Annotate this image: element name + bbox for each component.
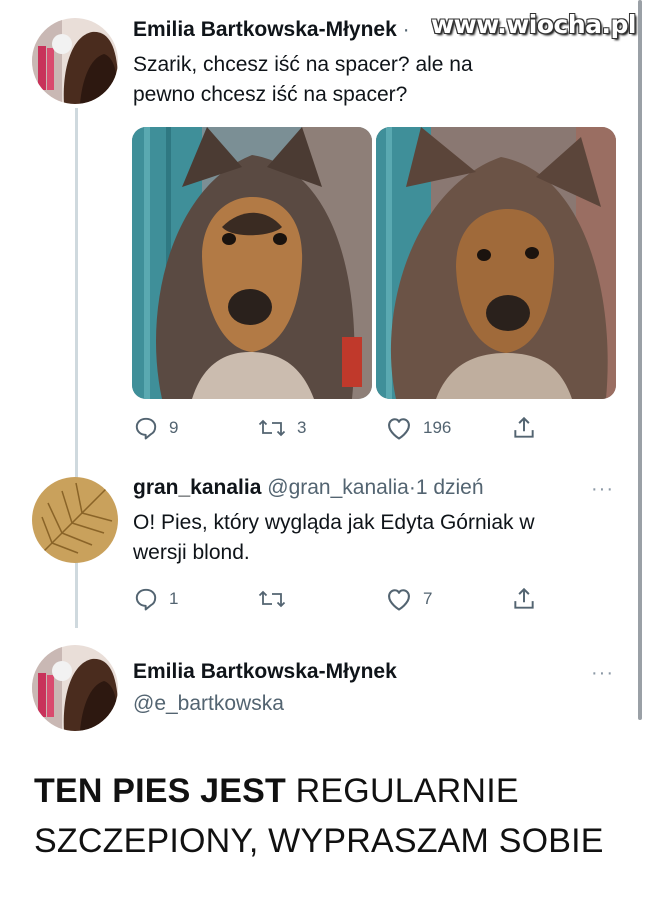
reply-icon [133, 586, 159, 612]
like-icon [385, 415, 413, 441]
retweet-icon [257, 415, 287, 441]
retweet-button[interactable]: 3 [257, 415, 306, 441]
author-avatar[interactable] [32, 18, 118, 104]
reply-author[interactable]: gran_kanalia @gran_kanalia·1 dzień [133, 476, 484, 500]
more-icon[interactable]: ··· [591, 478, 614, 501]
reply-text: O! Pies, który wygląda jak Edyta Górniak… [133, 508, 613, 568]
site-watermark: www.wiocha.pl [431, 10, 636, 39]
more-icon[interactable]: ··· [591, 662, 614, 685]
retweet-count: 3 [297, 418, 307, 437]
like-count: 7 [423, 589, 433, 608]
share-icon [511, 586, 537, 612]
separator-dot: · [402, 18, 410, 41]
reply-count: 1 [169, 589, 179, 608]
separator-dot: · [408, 476, 416, 499]
tweet-main-text: TEN PIES JEST REGULARNIE SZCZEPIONY, WYP… [34, 766, 634, 866]
author-name[interactable]: Emilia Bartkowska-Młynek · [133, 18, 410, 42]
reply-button[interactable]: 1 [133, 586, 178, 612]
author-name[interactable]: Emilia Bartkowska-Młynek [133, 660, 397, 684]
tweet-text-line: SZCZEPIONY, WYPRASZAM SOBIE [34, 822, 604, 860]
share-button[interactable] [511, 586, 537, 612]
author-handle[interactable]: @e_bartkowska [133, 692, 284, 716]
tweet-text-line: TEN PIES JEST REGULARNIE [34, 766, 634, 816]
retweet-button[interactable] [257, 586, 297, 612]
author-avatar[interactable] [32, 645, 118, 731]
like-count: 196 [423, 418, 452, 437]
reply-handle: @gran_kanalia [267, 476, 409, 499]
tweet-photo-1[interactable] [132, 127, 372, 399]
tweet-text-line: pewno chcesz iść na spacer? [133, 83, 408, 106]
tweet-text-line: wersji blond. [133, 541, 250, 564]
share-icon [511, 415, 537, 441]
share-button[interactable] [511, 415, 537, 441]
reply-icon [133, 415, 159, 441]
tweet-text-line: Szarik, chcesz iść na spacer? ale na [133, 53, 473, 76]
like-icon [385, 586, 413, 612]
reply-author-avatar[interactable] [32, 477, 118, 563]
reply-time: 1 dzień [415, 476, 484, 499]
tweet-photo-2[interactable] [376, 127, 616, 399]
reply-count: 9 [169, 418, 179, 437]
like-button[interactable]: 7 [385, 586, 432, 612]
retweet-icon [257, 586, 287, 612]
tweet-text-bold: TEN PIES JEST [34, 772, 287, 810]
tweet-text-line: O! Pies, który wygląda jak Edyta Górniak… [133, 511, 535, 534]
scrollbar[interactable] [638, 0, 642, 720]
reply-button[interactable]: 9 [133, 415, 178, 441]
tweet-text: Szarik, chcesz iść na spacer? ale na pew… [133, 50, 613, 110]
like-button[interactable]: 196 [385, 415, 451, 441]
tweet-text-regular: REGULARNIE [286, 772, 519, 810]
